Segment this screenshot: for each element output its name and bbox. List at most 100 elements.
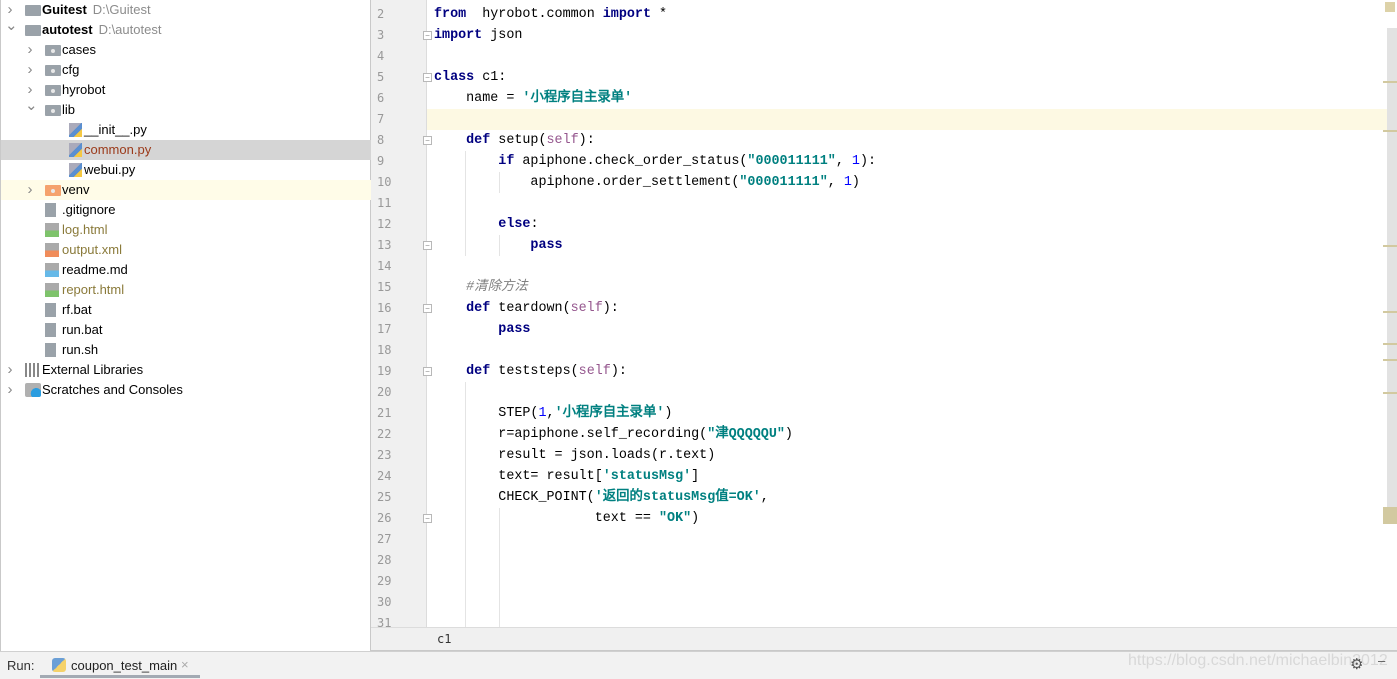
tree-item[interactable]: › cases xyxy=(1,40,371,60)
code-line[interactable]: text= result['statusMsg'] xyxy=(434,466,699,487)
fold-marker-icon[interactable]: − xyxy=(423,31,432,40)
chevron-down-icon[interactable]: ⌄ xyxy=(5,16,18,36)
editor-scrollbar[interactable] xyxy=(1383,0,1397,627)
chevron-right-icon[interactable]: › xyxy=(25,40,35,60)
line-number: 11 xyxy=(377,196,392,210)
tree-item[interactable]: ⌄ autotest D:\autotest xyxy=(1,17,371,40)
code-line[interactable]: name = '小程序自主录单' xyxy=(434,88,632,109)
tree-item[interactable]: › cfg xyxy=(1,60,371,80)
tree-item[interactable]: webui.py xyxy=(1,160,371,180)
code-line[interactable]: def teardown(self): xyxy=(434,298,619,319)
code-token: r=apiphone.self_recording( xyxy=(434,427,708,442)
tree-item[interactable]: ⌄ lib xyxy=(1,97,371,120)
scrollbar-thumb[interactable] xyxy=(1387,28,1397,518)
fold-marker-icon[interactable]: − xyxy=(423,241,432,250)
tree-item-label: log.html xyxy=(62,222,108,237)
line-number: 2 xyxy=(377,7,385,21)
code-token: setup( xyxy=(490,133,547,148)
code-token: def xyxy=(434,364,491,379)
fold-marker-icon[interactable]: − xyxy=(423,73,432,82)
code-line[interactable]: result = json.loads(r.text) xyxy=(434,445,715,466)
line-number: 7 xyxy=(377,112,385,126)
minimize-icon[interactable]: – xyxy=(1378,653,1385,668)
code-token: if xyxy=(434,154,515,169)
tree-label-wrap: common.py xyxy=(84,140,151,160)
code-line[interactable]: class c1: xyxy=(434,67,506,88)
code-line[interactable]: #清除方法 xyxy=(434,277,528,298)
code-token: "津QQQQQU" xyxy=(707,427,785,442)
chevron-right-icon[interactable]: › xyxy=(5,380,15,400)
fold-marker-icon[interactable]: − xyxy=(423,304,432,313)
code-line[interactable]: apiphone.order_settlement("000011111", 1… xyxy=(434,172,860,193)
code-line[interactable]: from hyrobot.common import * xyxy=(434,4,667,25)
line-number: 15 xyxy=(377,280,392,294)
code-token: ): xyxy=(602,301,619,316)
breadcrumb-item[interactable]: c1 xyxy=(437,632,451,646)
tree-item[interactable]: log.html xyxy=(1,220,371,240)
tree-item-label: cfg xyxy=(62,62,80,77)
code-line[interactable]: CHECK_POINT('返回的statusMsg值=OK', xyxy=(434,487,769,508)
code-editor[interactable]: 2 3 4 5 6 7 8 9 10 11 12 13 14 15 16 17 18 19 20 21 22 23 24 25… xyxy=(371,0,1397,627)
tree-item[interactable]: common.py xyxy=(1,140,371,160)
warning-marker[interactable] xyxy=(1383,359,1397,361)
tree-item[interactable]: .gitignore xyxy=(1,200,371,220)
chevron-right-icon[interactable]: › xyxy=(5,360,15,380)
tree-item[interactable]: › Guitest D:\Guitest xyxy=(1,0,371,20)
fold-marker-icon[interactable]: − xyxy=(423,514,432,523)
library-icon xyxy=(25,363,41,377)
gear-icon[interactable]: ⚙ xyxy=(1350,655,1363,673)
tree-item[interactable]: readme.md xyxy=(1,260,371,280)
tree-item[interactable]: › External Libraries xyxy=(1,360,371,380)
tree-item[interactable]: › hyrobot xyxy=(1,80,371,100)
code-token: result = json.loads(r.text) xyxy=(434,448,716,463)
code-line[interactable]: r=apiphone.self_recording("津QQQQQU") xyxy=(434,424,793,445)
tree-item[interactable]: __init__.py xyxy=(1,120,371,140)
scratches-icon xyxy=(25,383,41,397)
code-token: '小程序自主录单' xyxy=(522,91,633,106)
code-token: #清除方法 xyxy=(434,280,528,295)
chevron-right-icon[interactable]: › xyxy=(25,180,35,200)
indent-guide xyxy=(499,235,500,256)
line-number: 20 xyxy=(377,385,392,399)
fold-marker-icon[interactable]: − xyxy=(423,136,432,145)
warning-marker[interactable] xyxy=(1383,245,1397,247)
code-token: self xyxy=(570,301,603,316)
text-file-icon xyxy=(45,323,56,337)
code-token: ): xyxy=(610,364,627,379)
tree-item[interactable]: rf.bat xyxy=(1,300,371,320)
tree-item[interactable]: › venv xyxy=(1,180,371,200)
code-line[interactable]: def teststeps(self): xyxy=(434,361,627,382)
tree-item-label: rf.bat xyxy=(62,302,92,317)
tree-item[interactable]: run.sh xyxy=(1,340,371,360)
line-number: 22 xyxy=(377,427,392,441)
warning-marker[interactable] xyxy=(1383,343,1397,345)
code-line[interactable]: STEP(1,'小程序自主录单') xyxy=(434,403,672,424)
warning-marker[interactable] xyxy=(1383,392,1397,394)
code-line[interactable]: def setup(self): xyxy=(434,130,595,151)
warning-marker[interactable] xyxy=(1383,81,1397,83)
chevron-down-icon[interactable]: ⌄ xyxy=(25,96,38,116)
tree-item[interactable]: run.bat xyxy=(1,320,371,340)
html-file-icon xyxy=(45,223,59,237)
chevron-right-icon[interactable]: › xyxy=(25,60,35,80)
close-tab-icon[interactable]: × xyxy=(181,657,189,672)
line-number: 25 xyxy=(377,490,392,504)
warning-marker[interactable] xyxy=(1383,311,1397,313)
line-number: 29 xyxy=(377,574,392,588)
tree-item-label: webui.py xyxy=(84,162,136,177)
code-line[interactable]: if apiphone.check_order_status("00001111… xyxy=(434,151,876,172)
code-line[interactable]: text == "OK") xyxy=(434,508,700,529)
run-tab-coupon-test-main[interactable]: coupon_test_main × xyxy=(40,652,200,678)
code-line[interactable]: else: xyxy=(434,214,538,235)
line-number: 23 xyxy=(377,448,392,462)
tree-label-wrap: run.bat xyxy=(62,320,102,340)
fold-marker-icon[interactable]: − xyxy=(423,367,432,376)
tree-item[interactable]: › Scratches and Consoles xyxy=(1,380,371,400)
warning-marker[interactable] xyxy=(1383,130,1397,132)
code-line[interactable]: pass xyxy=(434,319,530,340)
code-line[interactable]: import json xyxy=(434,25,522,46)
tree-item[interactable]: report.html xyxy=(1,280,371,300)
tree-item[interactable]: output.xml xyxy=(1,240,371,260)
inspection-status-icon[interactable] xyxy=(1385,2,1395,12)
warning-marker[interactable] xyxy=(1383,507,1397,524)
